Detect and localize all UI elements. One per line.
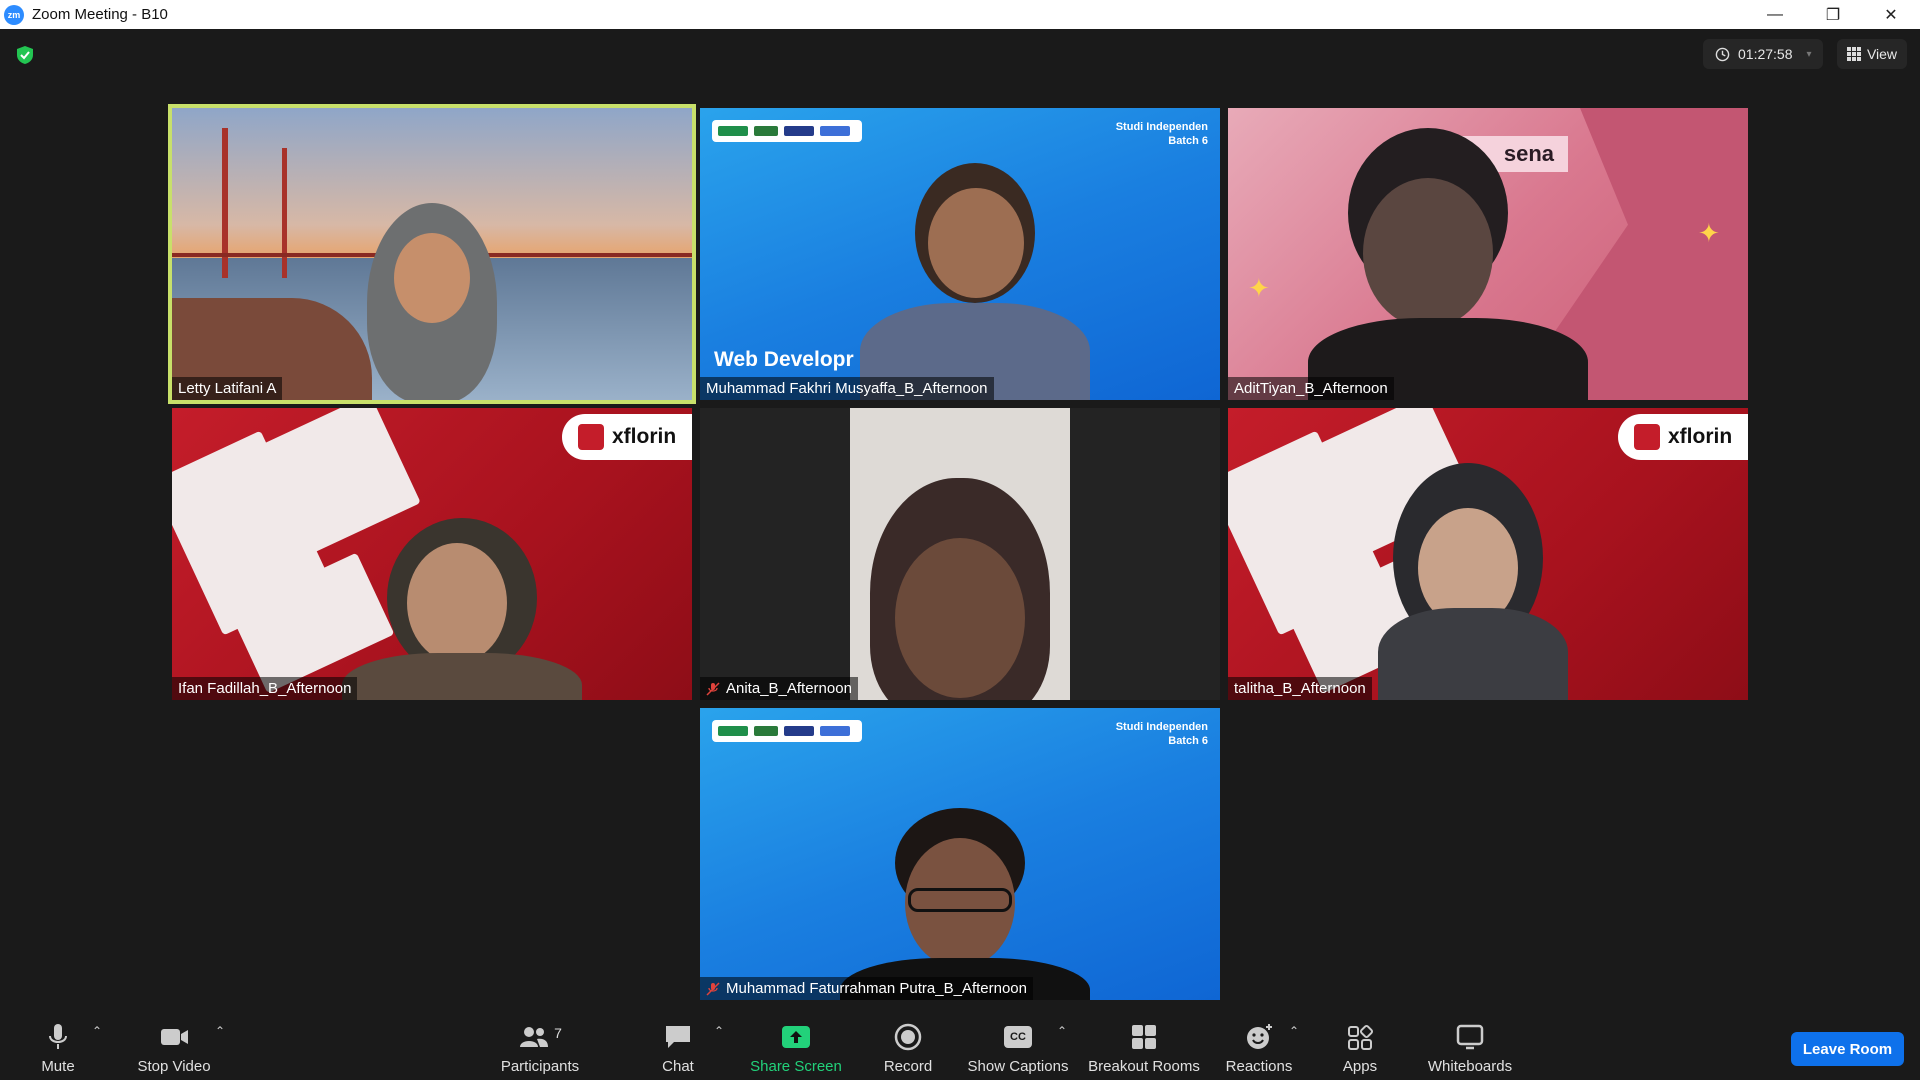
restore-button[interactable]: ❐: [1804, 0, 1862, 29]
meeting-timer[interactable]: 01:27:58 ▾: [1703, 39, 1823, 69]
reactions-button[interactable]: Reactions: [1226, 1010, 1292, 1080]
share-screen-label: Share Screen: [750, 1058, 842, 1075]
participants-label: Participants: [500, 1058, 580, 1075]
person-face: [407, 543, 507, 663]
participant-name-tag: AditTiyan_B_Afternoon: [1228, 377, 1394, 400]
timer-value: 01:27:58: [1738, 46, 1793, 62]
participant-name-tag: Muhammad Fakhri Musyaffa_B_Afternoon: [700, 377, 994, 400]
participant-name-tag: talitha_B_Afternoon: [1228, 677, 1372, 700]
clock-icon: [1715, 47, 1730, 61]
chat-bubble-icon: [666, 1026, 690, 1048]
whiteboard-icon: [1456, 1024, 1484, 1050]
participants-button[interactable]: 7 Participants: [495, 1010, 585, 1080]
sponsor-logos: [712, 720, 862, 742]
close-button[interactable]: ✕: [1862, 0, 1920, 29]
chevron-up-icon: ⌃: [713, 1024, 725, 1038]
record-icon: [894, 1023, 922, 1051]
mute-label: Mute: [41, 1058, 75, 1075]
chevron-up-icon: ⌃: [214, 1024, 226, 1038]
person-face: [394, 233, 470, 323]
closed-captions-icon: CC: [1002, 1022, 1034, 1052]
share-screen-icon: [782, 1026, 810, 1048]
video-tile-talitha[interactable]: xflorin talitha_B_Afternoon: [1228, 408, 1748, 700]
chevron-up-icon: ⌃: [91, 1024, 103, 1038]
video-feed: [850, 408, 1070, 700]
chevron-up-icon: ⌃: [1288, 1024, 1300, 1038]
apps-label: Apps: [1342, 1058, 1378, 1075]
video-tile-fakhri[interactable]: Studi Independen Batch 6 Web Developr Mu…: [700, 108, 1220, 400]
share-screen-button[interactable]: Share Screen: [748, 1010, 844, 1080]
stop-video-label: Stop Video: [137, 1058, 211, 1075]
view-button[interactable]: View: [1837, 39, 1907, 69]
emoji-reaction-icon: [1247, 1024, 1272, 1049]
sparkle-icon: ✦: [1698, 218, 1720, 248]
chat-options-button[interactable]: ⌃: [712, 1010, 726, 1080]
leave-room-button[interactable]: Leave Room: [1791, 1032, 1904, 1066]
studi-independen-label: Studi Independen Batch 6: [1115, 121, 1208, 147]
person-face: [928, 188, 1024, 298]
mic-muted-icon: [706, 681, 720, 696]
microphone-icon: [49, 1024, 67, 1049]
participant-name-tag: Muhammad Faturrahman Putra_B_Afternoon: [700, 977, 1033, 1000]
reactions-options-button[interactable]: ⌃: [1287, 1010, 1301, 1080]
person-shirt: [342, 653, 582, 700]
chevron-up-icon: ⌃: [1056, 1024, 1068, 1038]
apps-icon: [1348, 1024, 1374, 1050]
mute-button[interactable]: Mute: [30, 1010, 86, 1080]
participants-count: 7: [554, 1025, 562, 1041]
person-hijab: [1378, 608, 1568, 700]
whiteboards-label: Whiteboards: [1427, 1058, 1513, 1075]
xflorin-logo: xflorin: [562, 414, 692, 460]
breakout-rooms-button[interactable]: Breakout Rooms: [1086, 1010, 1202, 1080]
record-label: Record: [883, 1058, 933, 1075]
chevron-down-icon: ▾: [1806, 48, 1812, 60]
title-bar: zm Zoom Meeting - B10 — ❐ ✕: [0, 0, 1920, 29]
sparkle-icon: ✦: [1248, 273, 1270, 303]
whiteboards-button[interactable]: Whiteboards: [1420, 1010, 1520, 1080]
video-camera-icon: [161, 1029, 188, 1045]
encryption-shield-icon[interactable]: [15, 45, 35, 65]
apps-button[interactable]: Apps: [1336, 1010, 1384, 1080]
mic-muted-icon: [706, 981, 720, 996]
person-face: [895, 538, 1025, 698]
zoom-logo-icon: zm: [4, 4, 24, 25]
video-options-button[interactable]: ⌃: [213, 1010, 227, 1080]
participant-name-tag: Ifan Fadillah_B_Afternoon: [172, 677, 358, 700]
window-title: Zoom Meeting - B10: [32, 6, 168, 23]
breakout-rooms-label: Breakout Rooms: [1088, 1058, 1200, 1075]
glasses: [908, 888, 1012, 912]
audio-options-button[interactable]: ⌃: [90, 1010, 104, 1080]
chat-button[interactable]: Chat: [658, 1010, 698, 1080]
participant-name-tag: Letty Latifani A: [172, 377, 283, 400]
participant-name-tag: Anita_B_Afternoon: [700, 677, 858, 700]
view-label: View: [1866, 46, 1898, 62]
participants-icon: 7: [515, 1022, 565, 1052]
breakout-rooms-icon: [1132, 1025, 1156, 1049]
video-tile-adittiyan[interactable]: sena ✦ ✦ AditTiyan_B_Afternoon: [1228, 108, 1748, 400]
video-tile-faturrahman[interactable]: Studi Independen Batch 6 Muhammad Faturr…: [700, 708, 1220, 1000]
reactions-label: Reactions: [1225, 1058, 1293, 1075]
record-button[interactable]: Record: [880, 1010, 936, 1080]
video-tile-letty[interactable]: Letty Latifani A: [168, 104, 696, 404]
web-development-text: Web Developr: [714, 348, 854, 371]
grid-icon: [1846, 47, 1861, 61]
studi-independen-label: Studi Independen Batch 6: [1115, 721, 1208, 747]
stop-video-button[interactable]: Stop Video: [132, 1010, 216, 1080]
sponsor-logos: [712, 120, 862, 142]
meeting-toolbar: Mute ⌃ Stop Video ⌃ 7 Participants Chat …: [0, 1010, 1920, 1080]
bridge-tower: [282, 148, 287, 278]
video-tile-anita[interactable]: Anita_B_Afternoon: [700, 408, 1220, 700]
show-captions-label: Show Captions: [967, 1058, 1069, 1075]
xflorin-logo: xflorin: [1618, 414, 1748, 460]
minimize-button[interactable]: —: [1746, 0, 1804, 29]
person-face: [1363, 178, 1493, 328]
captions-options-button[interactable]: ⌃: [1055, 1010, 1069, 1080]
video-tile-ifan[interactable]: xflorin Ifan Fadillah_B_Afternoon: [172, 408, 692, 700]
chat-label: Chat: [662, 1058, 694, 1075]
